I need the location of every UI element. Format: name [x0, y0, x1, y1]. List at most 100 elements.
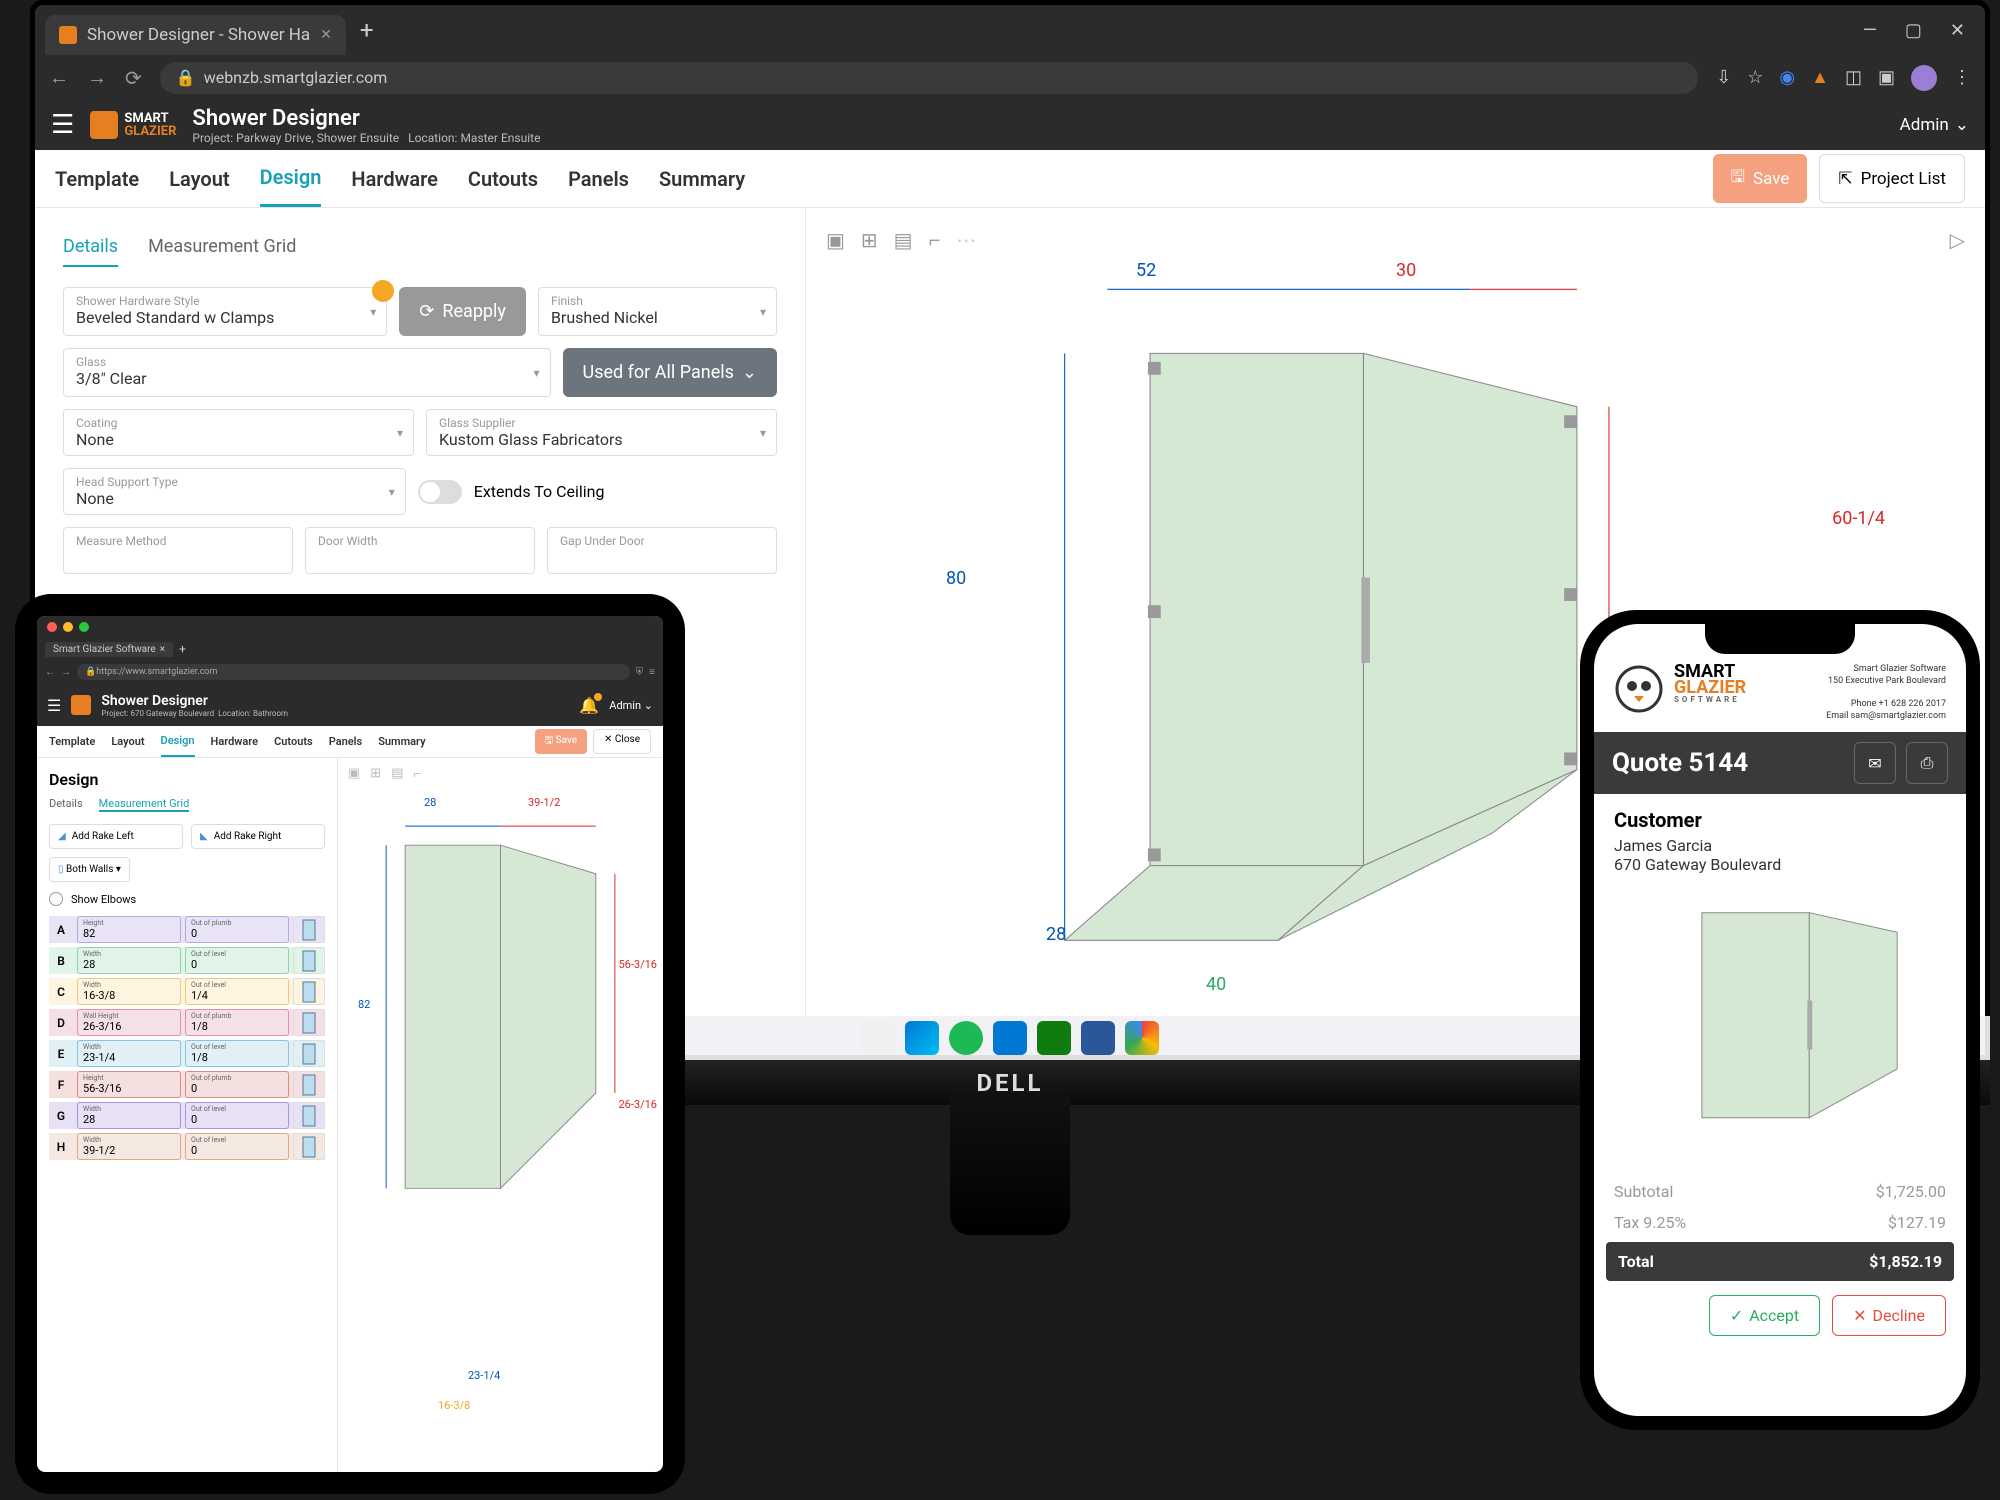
tab-template[interactable]: Template: [55, 152, 139, 206]
measure-value-field[interactable]: Height82: [77, 916, 181, 943]
url-input[interactable]: 🔒 webnzb.smartglazier.com: [160, 62, 1698, 94]
add-rake-left-button[interactable]: ◢Add Rake Left: [49, 824, 183, 849]
measure-offset-field[interactable]: Out of plumb0: [185, 1071, 289, 1098]
measure-value-field[interactable]: Height56-3/16: [77, 1071, 181, 1098]
glass-field[interactable]: Glass 3/8" Clear ▾: [63, 348, 551, 397]
tab-panels[interactable]: Panels: [568, 152, 629, 206]
both-walls-select[interactable]: ▯ Both Walls ▾: [49, 857, 130, 882]
tablet-url-input[interactable]: 🔒 https://www.smartglazier.com: [77, 664, 630, 680]
accept-button[interactable]: ✓Accept: [1709, 1295, 1820, 1336]
forward-icon[interactable]: →: [87, 65, 107, 90]
taskbar-chrome-icon[interactable]: [1125, 1021, 1159, 1055]
measure-method-field[interactable]: Measure Method: [63, 527, 293, 574]
side-diagram-icon[interactable]: [293, 1133, 325, 1160]
gap-under-door-field[interactable]: Gap Under Door: [547, 527, 777, 574]
decline-button[interactable]: ✕Decline: [1832, 1295, 1946, 1336]
measure-offset-field[interactable]: Out of level0: [185, 1102, 289, 1129]
measure-offset-field[interactable]: Out of plumb1/8: [185, 1009, 289, 1036]
email-button[interactable]: ✉: [1854, 742, 1896, 784]
tablet-subtab-details[interactable]: Details: [49, 797, 83, 812]
new-tab-icon[interactable]: +: [173, 642, 192, 656]
forward-icon[interactable]: →: [61, 667, 71, 678]
reapply-button[interactable]: ⟳ Reapply: [399, 287, 526, 336]
dash-icon[interactable]: ⋯: [956, 228, 976, 253]
measure-value-field[interactable]: Width16-3/8: [77, 978, 181, 1005]
subtab-details[interactable]: Details: [63, 228, 118, 267]
tab-design[interactable]: Design: [260, 150, 322, 207]
ext1-icon[interactable]: ◉: [1779, 67, 1795, 88]
grid-icon[interactable]: ⊞: [861, 228, 878, 253]
hamburger-icon[interactable]: ☰: [47, 696, 61, 715]
bell-icon[interactable]: 🔔: [579, 696, 599, 715]
reload-icon[interactable]: ⟳: [125, 66, 142, 90]
measure-value-field[interactable]: Width23-1/4: [77, 1040, 181, 1067]
tab-hardware[interactable]: Hardware: [211, 727, 259, 756]
back-icon[interactable]: ←: [49, 65, 69, 90]
measure-offset-field[interactable]: Out of level0: [185, 1133, 289, 1160]
project-list-button[interactable]: ⇱ Project List: [1819, 154, 1965, 203]
ext2-icon[interactable]: ▲: [1811, 67, 1829, 88]
tab-panels[interactable]: Panels: [329, 727, 362, 756]
profile-avatar-icon[interactable]: [1911, 65, 1937, 91]
side-diagram-icon[interactable]: [293, 1071, 325, 1098]
measure-value-field[interactable]: Width28: [77, 947, 181, 974]
shield-icon[interactable]: ⛨: [636, 667, 644, 678]
taskbar-calculator-icon[interactable]: [1081, 1021, 1115, 1055]
save-button[interactable]: 🖫 Save: [1713, 154, 1808, 203]
tab-cutouts[interactable]: Cutouts: [468, 152, 538, 206]
menu-icon[interactable]: ⋮: [1953, 67, 1971, 88]
tablet-user-menu[interactable]: Admin ⌄: [609, 699, 653, 712]
taskbar-explorer-icon[interactable]: [861, 1021, 895, 1055]
side-diagram-icon[interactable]: [293, 1040, 325, 1067]
hamburger-icon[interactable]: ☰: [51, 110, 74, 140]
coating-field[interactable]: Coating None ▾: [63, 409, 414, 456]
ext3-icon[interactable]: ◫: [1845, 67, 1862, 88]
layout-icon[interactable]: ▤: [894, 228, 913, 253]
tab-summary[interactable]: Summary: [378, 727, 425, 756]
door-width-field[interactable]: Door Width: [305, 527, 535, 574]
add-rake-right-button[interactable]: ◣Add Rake Right: [191, 824, 325, 849]
menu-icon[interactable]: ≡: [649, 667, 655, 678]
grid-icon[interactable]: ⊞: [370, 766, 381, 782]
tab-close-icon[interactable]: ✕: [320, 27, 332, 43]
taskbar-spotify-icon[interactable]: [949, 1021, 983, 1055]
tab-summary[interactable]: Summary: [659, 152, 745, 206]
cube-icon[interactable]: ▣: [826, 228, 845, 253]
tablet-close-button[interactable]: ✕ Close: [593, 729, 651, 754]
taskbar-excel-icon[interactable]: [1037, 1021, 1071, 1055]
angle-icon[interactable]: ⌐: [929, 228, 941, 253]
measure-value-field[interactable]: Width28: [77, 1102, 181, 1129]
measure-offset-field[interactable]: Out of level0: [185, 947, 289, 974]
back-icon[interactable]: ←: [45, 667, 55, 678]
angle-icon[interactable]: ⌐: [414, 766, 422, 782]
measure-value-field[interactable]: Width39-1/2: [77, 1133, 181, 1160]
minimize-icon[interactable]: —: [1863, 20, 1877, 41]
measure-offset-field[interactable]: Out of level1/4: [185, 978, 289, 1005]
ext4-icon[interactable]: ▣: [1878, 67, 1895, 88]
side-diagram-icon[interactable]: [293, 1102, 325, 1129]
supplier-field[interactable]: Glass Supplier Kustom Glass Fabricators …: [426, 409, 777, 456]
measure-value-field[interactable]: Wall Height26-3/16: [77, 1009, 181, 1036]
tablet-subtab-mgrid[interactable]: Measurement Grid: [99, 797, 190, 812]
maximize-icon[interactable]: [79, 622, 89, 632]
browser-tab[interactable]: Shower Designer - Shower Ha ✕: [45, 15, 346, 55]
tablet-viewport[interactable]: ▣ ⊞ ▤ ⌐ 28 39-1/2 82: [337, 758, 663, 1472]
minimize-icon[interactable]: [63, 622, 73, 632]
bookmark-icon[interactable]: ☆: [1747, 67, 1763, 88]
tab-design[interactable]: Design: [161, 726, 195, 757]
measure-offset-field[interactable]: Out of level1/8: [185, 1040, 289, 1067]
used-all-panels-button[interactable]: Used for All Panels ⌄: [563, 348, 777, 397]
side-diagram-icon[interactable]: [293, 916, 325, 943]
new-tab-icon[interactable]: +: [346, 16, 388, 44]
tab-layout[interactable]: Layout: [111, 727, 144, 756]
close-window-icon[interactable]: ✕: [1950, 20, 1965, 41]
user-menu[interactable]: Admin ⌄: [1900, 115, 1969, 135]
taskbar-outlook-icon[interactable]: [993, 1021, 1027, 1055]
taskbar-teams-icon[interactable]: [905, 1021, 939, 1055]
side-diagram-icon[interactable]: [293, 1009, 325, 1036]
tab-layout[interactable]: Layout: [169, 152, 229, 206]
show-elbows-toggle[interactable]: Show Elbows: [49, 892, 325, 906]
side-diagram-icon[interactable]: [293, 947, 325, 974]
subtab-measurement-grid[interactable]: Measurement Grid: [148, 228, 296, 267]
tab-hardware[interactable]: Hardware: [351, 152, 437, 206]
